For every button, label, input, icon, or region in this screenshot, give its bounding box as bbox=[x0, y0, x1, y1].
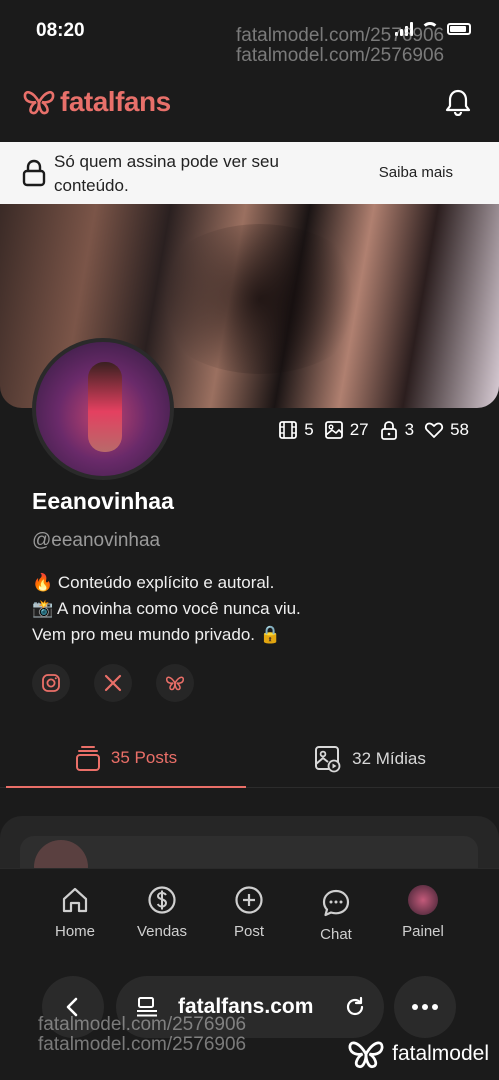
app-header: fatalfans bbox=[0, 64, 499, 142]
nav-painel[interactable]: Painel bbox=[383, 885, 463, 940]
media-icon bbox=[315, 746, 341, 773]
fatalmodel-brand-mark: fatalmodel bbox=[346, 1038, 489, 1070]
stack-icon bbox=[75, 746, 100, 771]
watermark-bottom-1: fatalmodel.com/2576906 bbox=[38, 1014, 247, 1035]
profile-name: Eeanovinhaa bbox=[32, 488, 174, 514]
dollar-icon bbox=[148, 886, 176, 914]
lock-icon bbox=[22, 159, 46, 187]
stat-locked-count: 3 bbox=[404, 420, 415, 439]
stat-videos: 5 bbox=[278, 420, 314, 440]
bio-line-3: Vem pro meu mundo privado. 🔒 bbox=[32, 625, 281, 644]
home-icon bbox=[62, 887, 88, 913]
nav-post-label: Post bbox=[233, 923, 264, 940]
tab-midias[interactable]: 32 Mídias bbox=[250, 730, 490, 788]
watermark-top-1: fatalmodel.com/2576906 bbox=[236, 25, 445, 46]
nav-chat[interactable]: Chat bbox=[296, 888, 376, 943]
instagram-icon bbox=[42, 674, 60, 692]
nav-home[interactable]: Home bbox=[35, 885, 115, 940]
bell-icon[interactable] bbox=[445, 88, 471, 116]
lock-small-icon bbox=[380, 421, 397, 440]
profile-bio: 🔥 Conteúdo explícito e autoral. 📸 A novi… bbox=[32, 570, 301, 648]
stat-photos: 27 bbox=[324, 420, 369, 440]
saiba-mais-link[interactable]: Saiba mais bbox=[379, 164, 453, 181]
logo-text: fatalfans bbox=[60, 86, 171, 117]
brand-mark-text: fatalmodel bbox=[392, 1042, 489, 1065]
bio-line-2: 📸 A novinha como você nunca viu. bbox=[32, 599, 301, 618]
profile-handle: @eeanovinhaa bbox=[32, 530, 161, 551]
nav-vendas[interactable]: Vendas bbox=[122, 885, 202, 940]
stat-likes-count: 58 bbox=[450, 420, 469, 439]
heart-icon bbox=[425, 422, 444, 438]
subscribe-message: Só quem assina pode ver seu conteúdo. bbox=[54, 152, 279, 195]
image-icon bbox=[324, 421, 343, 439]
butterfly-icon bbox=[165, 676, 185, 691]
fatalfans-button[interactable] bbox=[156, 664, 194, 702]
subscribe-banner: Só quem assina pode ver seu conteúdo. Sa… bbox=[0, 142, 499, 204]
watermark-bottom-2: fatalmodel.com/2576906 bbox=[38, 1034, 247, 1055]
profile-stats: 5 27 3 58 bbox=[278, 420, 469, 440]
fatalfans-logo[interactable]: fatalfans bbox=[22, 86, 171, 118]
tab-midias-label: 32 Mídias bbox=[352, 749, 426, 768]
butterfly-watermark-icon bbox=[348, 1041, 384, 1068]
stat-likes: 58 bbox=[424, 420, 469, 440]
tab-posts[interactable]: 35 Posts bbox=[6, 730, 246, 788]
stat-photos-count: 27 bbox=[349, 420, 369, 439]
nav-chat-label: Chat bbox=[320, 926, 352, 943]
stat-videos-count: 5 bbox=[304, 420, 314, 439]
profile-avatar[interactable] bbox=[32, 338, 174, 480]
nav-post[interactable]: Post bbox=[209, 885, 289, 940]
reload-icon[interactable] bbox=[344, 996, 366, 1018]
plus-circle-icon bbox=[235, 886, 263, 914]
content-tabs: 35 Posts 32 Mídias bbox=[0, 730, 499, 788]
chat-icon bbox=[322, 889, 350, 917]
stat-locked: 3 bbox=[379, 420, 414, 440]
x-button[interactable] bbox=[94, 664, 132, 702]
bio-line-1: 🔥 Conteúdo explícito e autoral. bbox=[32, 573, 275, 592]
film-icon bbox=[279, 421, 298, 439]
tab-posts-label: 35 Posts bbox=[110, 748, 178, 767]
nav-painel-label: Painel bbox=[402, 923, 444, 940]
nav-vendas-label: Vendas bbox=[136, 923, 188, 940]
x-icon bbox=[104, 674, 122, 692]
butterfly-logo-icon bbox=[23, 91, 55, 115]
nav-home-label: Home bbox=[54, 923, 95, 940]
status-time: 08:20 bbox=[36, 20, 85, 41]
more-icon bbox=[412, 1004, 438, 1010]
instagram-button[interactable] bbox=[32, 664, 70, 702]
more-button[interactable] bbox=[394, 976, 456, 1038]
painel-avatar bbox=[408, 885, 438, 915]
battery-icon bbox=[447, 23, 471, 35]
social-links bbox=[32, 664, 194, 702]
